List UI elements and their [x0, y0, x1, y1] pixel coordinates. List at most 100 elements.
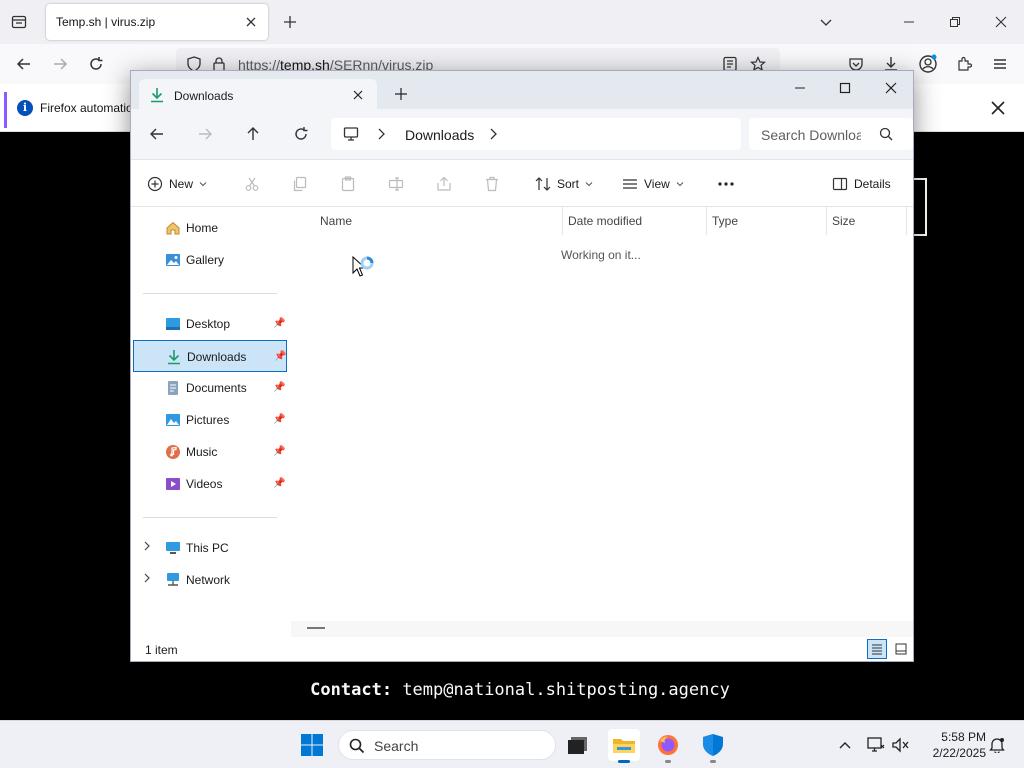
restore-icon[interactable]: [943, 10, 967, 34]
column-divider[interactable]: [826, 207, 827, 235]
details-view-icon[interactable]: [867, 639, 887, 659]
column-header-name[interactable]: Name: [320, 214, 352, 228]
tiles-view-icon[interactable]: [891, 639, 911, 659]
nav-item-music[interactable]: Music 📌: [133, 436, 287, 468]
nav-item-videos[interactable]: Videos 📌: [133, 468, 287, 500]
nav-item-network[interactable]: Network: [133, 564, 287, 596]
browser-tab-bar: Temp.sh | virus.zip: [0, 0, 1024, 44]
file-explorer-taskbar-icon[interactable]: [608, 729, 640, 763]
forward-icon[interactable]: [193, 122, 217, 146]
copy-icon[interactable]: [289, 173, 311, 195]
extensions-icon[interactable]: [952, 52, 976, 76]
back-icon[interactable]: [145, 122, 169, 146]
breadcrumb[interactable]: Downloads: [331, 118, 741, 150]
download-arrow-icon: [149, 87, 165, 106]
contact-email[interactable]: temp@national.shitposting.agency: [402, 680, 730, 700]
nav-item-pictures[interactable]: Pictures 📌: [133, 404, 287, 436]
breadcrumb-downloads[interactable]: Downloads: [405, 127, 474, 143]
nav-item-label: Documents: [186, 381, 247, 395]
pin-icon[interactable]: 📌: [273, 478, 285, 489]
chevron-down-icon[interactable]: [816, 12, 836, 32]
new-button[interactable]: New: [147, 172, 207, 196]
monitor-icon[interactable]: [343, 126, 359, 145]
network-status-icon[interactable]: [866, 735, 886, 755]
sort-button-label: Sort: [557, 177, 580, 191]
status-bar: 1 item: [131, 637, 913, 661]
system-clock[interactable]: 5:58 PM 2/22/2025: [916, 729, 986, 761]
running-app-indicator: [665, 760, 671, 763]
column-divider[interactable]: [906, 207, 907, 235]
chevron-right-icon[interactable]: [489, 128, 497, 143]
more-options-icon[interactable]: [715, 173, 737, 195]
chevron-down-icon: [676, 182, 684, 187]
rename-icon[interactable]: [385, 173, 407, 195]
nav-item-gallery[interactable]: Gallery: [133, 244, 287, 276]
nav-item-home[interactable]: Home: [133, 212, 287, 244]
security-shield-icon[interactable]: [697, 729, 729, 763]
loading-message: Working on it...: [561, 248, 641, 262]
view-button[interactable]: View: [622, 172, 684, 196]
nav-item-documents[interactable]: Documents 📌: [133, 372, 287, 404]
account-icon[interactable]: [916, 52, 940, 76]
column-header-date-modified[interactable]: Date modified: [568, 214, 642, 228]
pin-icon[interactable]: 📌: [273, 414, 285, 425]
share-icon[interactable]: [433, 173, 455, 195]
search-icon[interactable]: [879, 127, 893, 144]
nav-item-label: Downloads: [187, 350, 247, 364]
new-tab-icon[interactable]: [280, 12, 300, 32]
menu-icon[interactable]: [988, 52, 1012, 76]
delete-icon[interactable]: [481, 173, 503, 195]
speaker-muted-icon[interactable]: [890, 735, 910, 755]
column-divider[interactable]: [562, 207, 563, 235]
search-box[interactable]: Search Downloa: [749, 118, 913, 150]
notification-bell-icon[interactable]: [987, 735, 1007, 755]
gallery-icon: [165, 252, 181, 268]
search-input[interactable]: Search Downloa: [761, 127, 861, 143]
horizontal-scrollbar[interactable]: [291, 621, 913, 637]
close-window-icon[interactable]: [877, 76, 905, 100]
column-header-type[interactable]: Type: [712, 214, 738, 228]
minimize-icon[interactable]: [786, 76, 814, 100]
scrollbar-thumb[interactable]: [307, 627, 325, 629]
up-icon[interactable]: [241, 122, 265, 146]
pin-icon[interactable]: 📌: [273, 382, 285, 393]
new-tab-icon[interactable]: [392, 85, 410, 103]
close-window-icon[interactable]: [989, 10, 1013, 34]
minimize-icon[interactable]: [897, 10, 921, 34]
firefox-view-icon[interactable]: [8, 11, 30, 33]
windows-start-icon[interactable]: [300, 733, 324, 757]
nav-item-downloads[interactable]: Downloads 📌: [133, 340, 287, 372]
task-view-icon[interactable]: [562, 729, 594, 761]
paste-icon[interactable]: [337, 173, 359, 195]
view-lines-icon: [623, 179, 637, 189]
close-icon[interactable]: [242, 13, 260, 31]
pin-icon[interactable]: 📌: [274, 351, 286, 362]
maximize-icon[interactable]: [831, 76, 859, 100]
back-icon[interactable]: [12, 52, 36, 76]
firefox-icon[interactable]: [652, 729, 684, 763]
cut-icon[interactable]: [241, 173, 263, 195]
pin-icon[interactable]: 📌: [273, 446, 285, 457]
nav-item-this-pc[interactable]: This PC: [133, 532, 287, 564]
pin-icon[interactable]: 📌: [273, 318, 285, 329]
download-arrow-icon: [166, 349, 182, 365]
explorer-title-bar: Downloads: [131, 71, 913, 111]
column-header-size[interactable]: Size: [832, 214, 855, 228]
sort-button[interactable]: Sort: [535, 172, 593, 196]
taskbar-search[interactable]: Search: [338, 730, 556, 760]
chevron-up-icon[interactable]: [835, 735, 855, 755]
refresh-icon[interactable]: [289, 122, 313, 146]
nav-item-desktop[interactable]: Desktop 📌: [133, 308, 287, 340]
chevron-right-icon[interactable]: [377, 128, 385, 143]
details-button[interactable]: Details: [832, 172, 891, 196]
forward-icon[interactable]: [48, 52, 72, 76]
explorer-tab[interactable]: Downloads: [139, 79, 377, 111]
close-icon[interactable]: [988, 98, 1008, 118]
close-icon[interactable]: [349, 86, 367, 104]
column-divider[interactable]: [706, 207, 707, 235]
nav-item-label: Network: [186, 573, 231, 587]
chevron-right-icon[interactable]: [143, 572, 151, 587]
chevron-right-icon[interactable]: [143, 540, 151, 555]
reload-icon[interactable]: [84, 52, 108, 76]
browser-tab[interactable]: Temp.sh | virus.zip: [46, 4, 268, 40]
